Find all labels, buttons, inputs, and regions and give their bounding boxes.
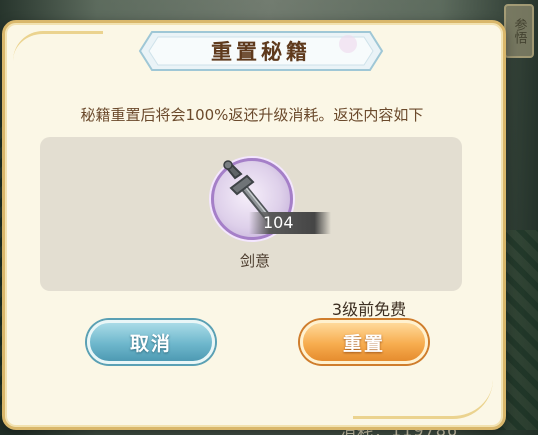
corner-ornament-bottom (353, 379, 493, 419)
title-plate: 重置秘籍 (138, 28, 384, 74)
free-before-level-note: 3级前免费 (331, 300, 407, 319)
cancel-button[interactable]: 取消 (87, 320, 215, 364)
item-name: 剑意 (239, 252, 270, 270)
reset-description: 秘籍重置后将会100%返还升级消耗。返还内容如下 (80, 106, 424, 124)
reset-button[interactable]: 重置 (300, 320, 428, 364)
reward-item[interactable]: 104 (209, 156, 331, 242)
item-count: 104 (249, 212, 331, 234)
side-tab-comprehend[interactable]: 参悟 (504, 4, 534, 58)
corner-ornament-top (13, 31, 103, 61)
dialog-title: 重置秘籍 (211, 39, 311, 64)
